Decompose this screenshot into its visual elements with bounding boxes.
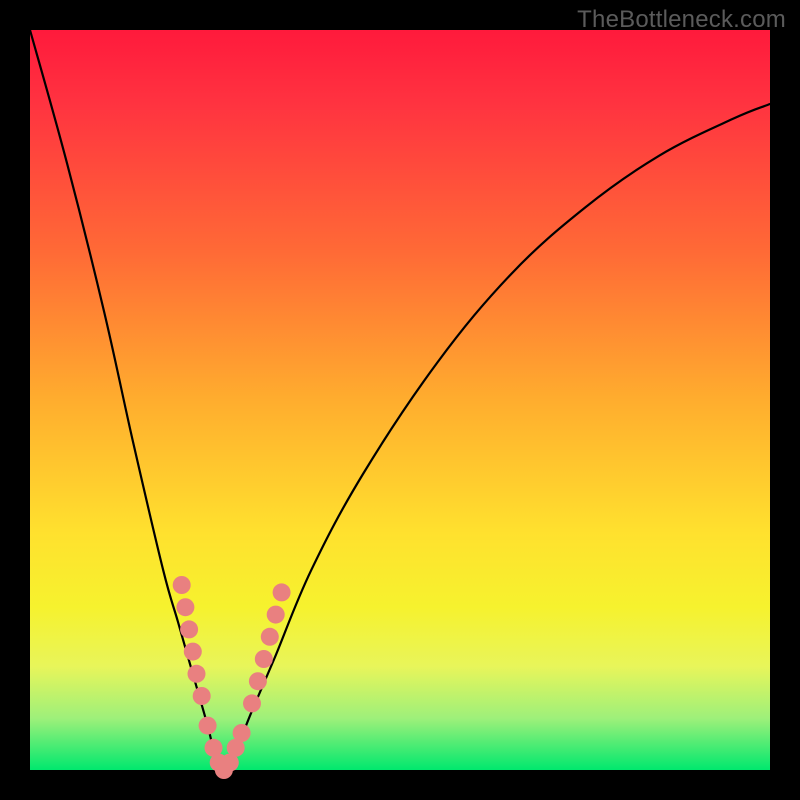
curve-marker	[180, 620, 198, 638]
curve-marker	[184, 643, 202, 661]
curve-marker	[267, 606, 285, 624]
curve-marker	[261, 628, 279, 646]
curve-marker	[243, 694, 261, 712]
curve-marker	[199, 717, 217, 735]
curve-marker	[188, 665, 206, 683]
curve-marker	[249, 672, 267, 690]
curve-marker	[173, 576, 191, 594]
bottleneck-curve	[30, 30, 770, 770]
curve-marker	[193, 687, 211, 705]
chart-frame: TheBottleneck.com	[0, 0, 800, 800]
curve-svg	[30, 30, 770, 770]
curve-marker	[233, 724, 251, 742]
curve-marker	[273, 583, 291, 601]
curve-marker	[255, 650, 273, 668]
marker-group	[173, 576, 291, 779]
curve-marker	[176, 598, 194, 616]
watermark-text: TheBottleneck.com	[577, 6, 786, 34]
plot-area	[30, 30, 770, 770]
